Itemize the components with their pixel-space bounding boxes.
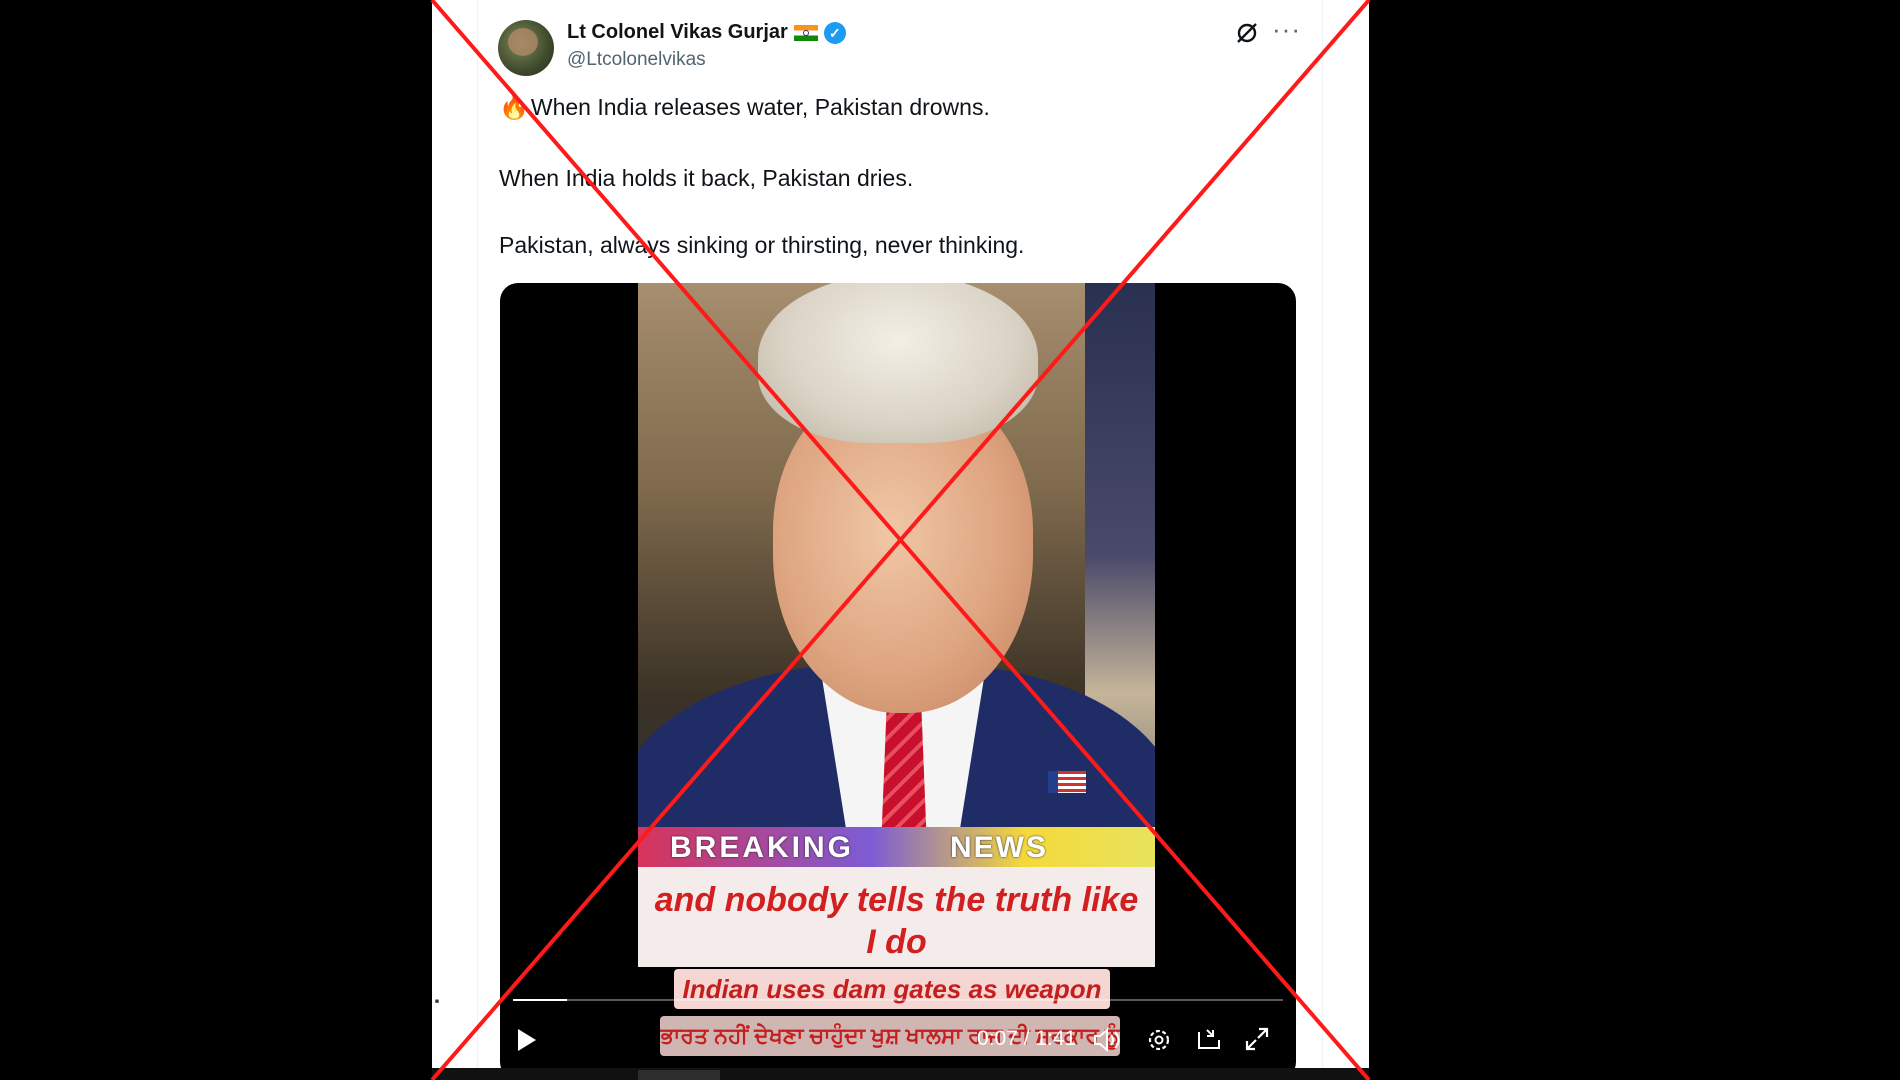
bottom-scroll-strip [432,1068,1369,1080]
tweet-line-3: Pakistan, always sinking or thirsting, n… [499,232,1025,258]
grok-icon[interactable] [1234,20,1260,46]
verified-badge-icon: ✓ [823,21,846,44]
settings-gear-icon[interactable] [1145,1026,1173,1054]
video-progress-fill [513,999,567,1001]
video-time: 0:07 / 1:41 [977,1027,1077,1050]
fullscreen-icon[interactable] [1244,1026,1270,1052]
india-flag-icon [793,24,818,41]
author-avatar[interactable] [498,20,554,76]
volume-icon[interactable] [1092,1027,1122,1053]
play-icon[interactable] [518,1029,536,1051]
tweet-line-2: When India holds it back, Pakistan dries… [499,165,914,191]
fire-emoji-icon: 🔥 [499,94,529,121]
video-player[interactable]: BREAKING NEWS and nobody tells the truth… [500,283,1296,1080]
video-progress-bar[interactable] [513,999,1283,1001]
author-name[interactable]: Lt Colonel Vikas Gurjar [567,21,788,44]
picture-in-picture-icon[interactable] [1195,1026,1223,1054]
tweet-line-1: 🔥When India releases water, Pakistan dro… [499,94,990,121]
subtitle-english: Indian uses dam gates as weapon [674,969,1110,1009]
caption-line-2: I do [866,923,927,961]
caption-line-1: and nobody tells the truth like [654,881,1139,919]
author-handle[interactable]: @Ltcolonelvikas [567,49,706,71]
flag-pin [1048,771,1086,793]
author-name-row[interactable]: Lt Colonel Vikas Gurjar ✓ [567,21,846,44]
more-options-icon[interactable]: ··· [1272,14,1301,45]
edge-dots: ⠂ [433,993,447,1013]
banner-breaking-text: BREAKING [670,831,855,864]
banner-news-text: NEWS [950,831,1048,864]
